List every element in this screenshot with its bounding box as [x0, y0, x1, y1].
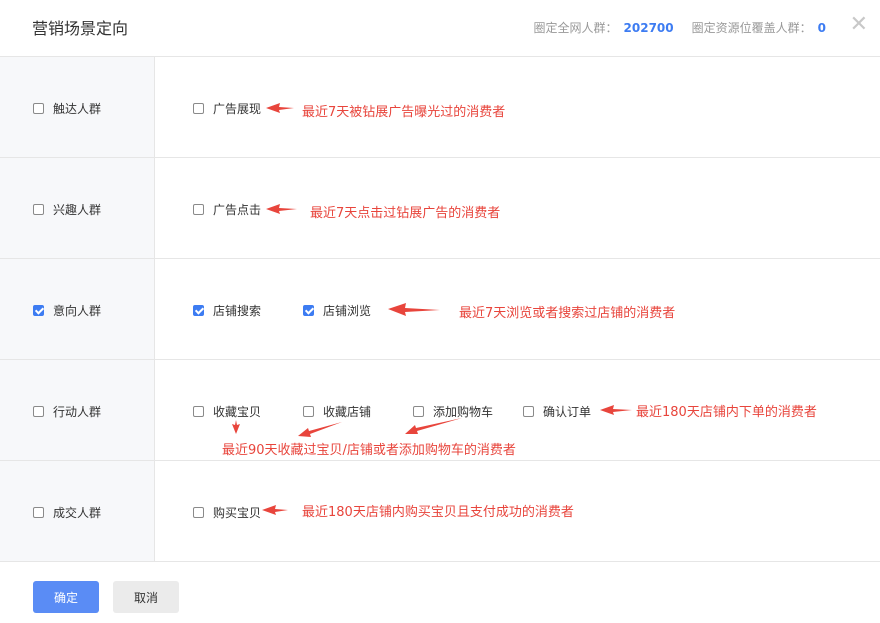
annotation-note: 最近180天店铺内下单的消费者: [636, 405, 817, 420]
option-add-to-cart[interactable]: 添加购物车: [413, 403, 493, 420]
category-checkbox-action[interactable]: 行动人群: [33, 403, 101, 420]
checkbox-icon[interactable]: [523, 406, 534, 417]
annotation-note: 最近7天被钻展广告曝光过的消费者: [302, 105, 506, 120]
checkbox-icon[interactable]: [33, 204, 44, 215]
dialog-title: 营销场景定向: [32, 19, 129, 38]
arrow-icon: [262, 505, 288, 515]
coverage-audience-label: 圈定资源位覆盖人群：: [691, 21, 812, 35]
category-checkbox-intent[interactable]: 意向人群: [33, 302, 101, 319]
checkbox-icon[interactable]: [413, 406, 424, 417]
checkbox-checked-icon[interactable]: [193, 305, 204, 316]
option-ad-impression[interactable]: 广告展现: [193, 100, 261, 117]
arrow-icon: [388, 303, 440, 316]
option-favorite-shop[interactable]: 收藏店铺: [303, 403, 371, 420]
arrow-icon: [232, 420, 240, 434]
coverage-audience-value: 0: [817, 21, 826, 35]
category-checkbox-deal[interactable]: 成交人群: [33, 504, 101, 521]
category-label: 意向人群: [53, 304, 102, 318]
option-buy-item[interactable]: 购买宝贝: [193, 504, 261, 521]
option-confirm-order[interactable]: 确认订单: [523, 403, 591, 420]
arrow-icon: [266, 103, 294, 113]
option-label: 收藏店铺: [323, 405, 372, 419]
option-label: 添加购物车: [433, 405, 494, 419]
category-label: 行动人群: [53, 405, 102, 419]
arrow-icon: [405, 418, 462, 434]
checkbox-icon[interactable]: [33, 103, 44, 114]
arrow-icon: [298, 422, 342, 437]
annotation-note: 最近7天浏览或者搜索过店铺的消费者: [459, 306, 676, 321]
option-label: 广告展现: [213, 102, 262, 116]
option-shop-search[interactable]: 店铺搜索: [193, 302, 261, 319]
category-label: 兴趣人群: [53, 203, 102, 217]
checkbox-checked-icon[interactable]: [33, 305, 44, 316]
close-icon[interactable]: ✕: [850, 13, 868, 37]
checkbox-icon[interactable]: [193, 204, 204, 215]
option-label: 确认订单: [543, 405, 592, 419]
audience-stats: 圈定全网人群： 202700 圈定资源位覆盖人群： 0: [534, 19, 827, 36]
category-checkbox-interest[interactable]: 兴趣人群: [33, 201, 101, 218]
annotation-note: 最近180天店铺内购买宝贝且支付成功的消费者: [302, 505, 574, 520]
checkbox-checked-icon[interactable]: [303, 305, 314, 316]
option-label: 广告点击: [213, 203, 262, 217]
option-shop-browse[interactable]: 店铺浏览: [303, 302, 371, 319]
dialog-header: 营销场景定向 圈定全网人群： 202700 圈定资源位覆盖人群： 0 ✕: [0, 0, 880, 57]
category-label: 成交人群: [53, 506, 102, 520]
checkbox-icon[interactable]: [193, 406, 204, 417]
option-ad-click[interactable]: 广告点击: [193, 201, 261, 218]
arrow-icon: [266, 204, 297, 214]
option-label: 店铺浏览: [323, 304, 372, 318]
confirm-button[interactable]: 确定: [33, 581, 99, 613]
annotation-note: 最近90天收藏过宝贝/店铺或者添加购物车的消费者: [222, 443, 516, 458]
category-label: 触达人群: [53, 102, 102, 116]
total-audience-label: 圈定全网人群：: [533, 21, 618, 35]
annotation-note: 最近7天点击过钻展广告的消费者: [310, 206, 501, 221]
option-label: 购买宝贝: [213, 506, 262, 520]
checkbox-icon[interactable]: [303, 406, 314, 417]
category-checkbox-reach[interactable]: 触达人群: [33, 100, 101, 117]
checkbox-icon[interactable]: [33, 406, 44, 417]
dialog-footer: 确定 取消: [0, 561, 880, 623]
cancel-button[interactable]: 取消: [113, 581, 179, 613]
arrow-icon: [600, 405, 632, 415]
total-audience-value: 202700: [623, 21, 674, 35]
checkbox-icon[interactable]: [193, 103, 204, 114]
option-favorite-item[interactable]: 收藏宝贝: [193, 403, 261, 420]
checkbox-icon[interactable]: [193, 507, 204, 518]
option-label: 店铺搜索: [213, 304, 262, 318]
checkbox-icon[interactable]: [33, 507, 44, 518]
option-label: 收藏宝贝: [213, 405, 262, 419]
